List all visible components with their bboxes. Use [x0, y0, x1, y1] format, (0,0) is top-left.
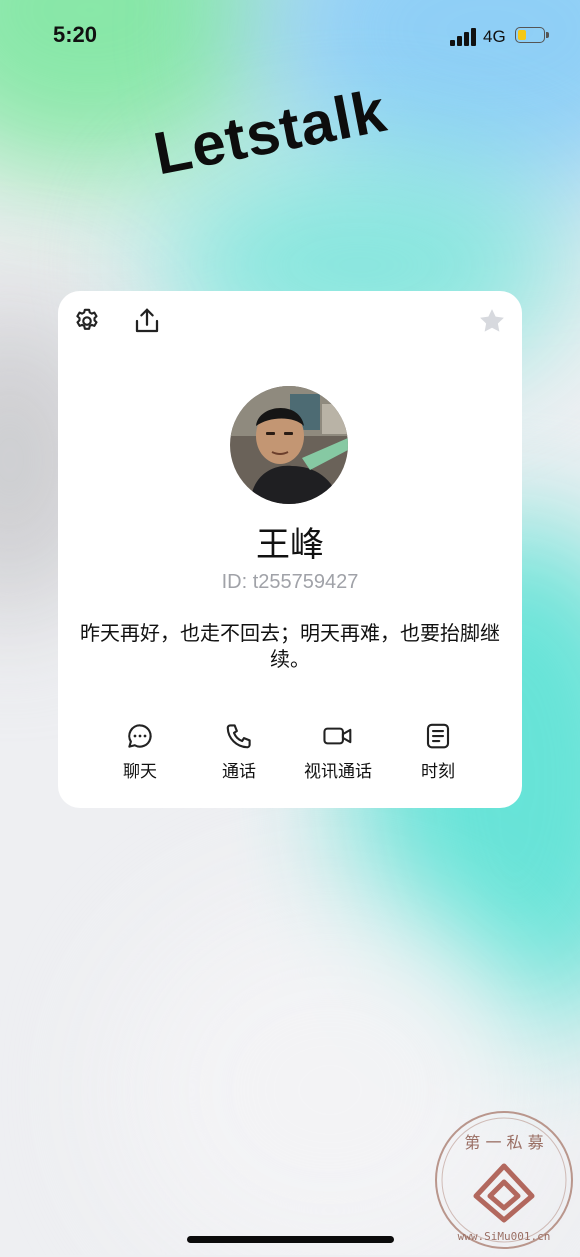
video-call-button[interactable]: 视讯通话 — [288, 719, 388, 782]
share-icon[interactable] — [130, 304, 164, 338]
svg-text:第 一 私 募: 第 一 私 募 — [464, 1133, 543, 1152]
signal-icon — [450, 28, 476, 46]
watermark-seal: 第 一 私 募 www.SiMu001.cn — [432, 1108, 576, 1252]
status-time: 5:20 — [53, 22, 98, 47]
profile-name: 王峰 — [256, 526, 324, 564]
moments-icon — [388, 719, 488, 753]
video-call-label: 视讯通话 — [304, 762, 372, 781]
battery-icon — [515, 27, 549, 45]
avatar[interactable] — [230, 386, 348, 504]
chat-button[interactable]: 聊天 — [90, 719, 190, 782]
network-type: 4G — [483, 27, 506, 46]
star-icon[interactable] — [475, 304, 509, 338]
gear-icon[interactable] — [70, 304, 104, 338]
chat-icon — [90, 719, 190, 753]
moments-label: 时刻 — [421, 762, 455, 781]
profile-card: 王峰 ID: t255759427 昨天再好，也走不回去；明天再难，也要抬脚继续… — [58, 291, 522, 808]
svg-text:www.SiMu001.cn: www.SiMu001.cn — [458, 1230, 551, 1243]
status-bar: 5:20 4G — [0, 0, 580, 70]
call-label: 通话 — [222, 762, 256, 781]
profile-bio: 昨天再好，也走不回去；明天再难，也要抬脚继续。 — [80, 623, 500, 671]
video-icon — [288, 719, 388, 753]
home-indicator[interactable] — [187, 1236, 394, 1243]
call-button[interactable]: 通话 — [189, 719, 289, 782]
chat-label: 聊天 — [123, 762, 157, 781]
profile-id: ID: t255759427 — [221, 571, 359, 593]
phone-icon — [189, 719, 289, 753]
moments-button[interactable]: 时刻 — [388, 719, 488, 782]
